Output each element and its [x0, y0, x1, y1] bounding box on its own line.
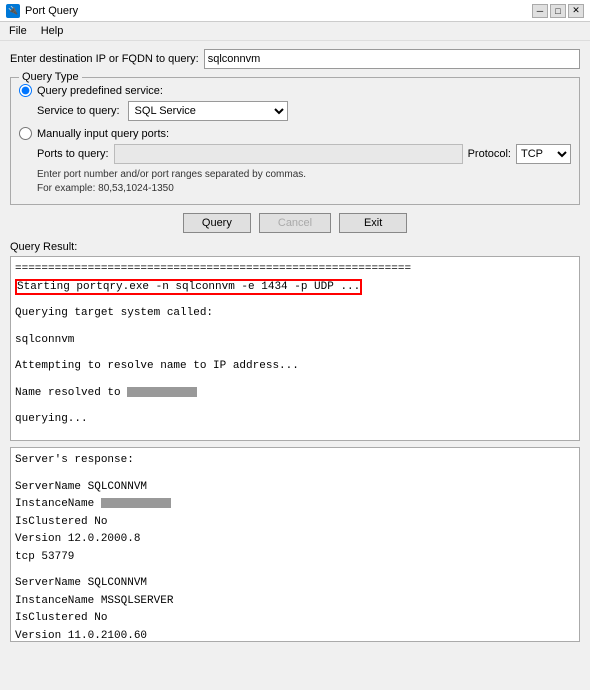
predefined-radio[interactable] — [19, 84, 32, 97]
result-line-start: Starting portqry.exe -n sqlconnvm -e 143… — [15, 279, 575, 296]
predefined-radio-label: Query predefined service: — [37, 85, 163, 97]
menubar: File Help — [0, 22, 590, 41]
exit-button[interactable]: Exit — [339, 213, 407, 233]
predefined-radio-row: Query predefined service: — [19, 84, 571, 97]
titlebar-controls: ─ □ ✕ — [532, 4, 584, 18]
service-label: Service to query: — [37, 105, 120, 117]
tcp-1: tcp 53779 — [15, 549, 575, 566]
server-response-label: Server's response: — [15, 452, 575, 469]
service-select[interactable]: SQL Service DNS FTP HTTP HTTPS SMTP Cust… — [128, 101, 288, 121]
instance-name-1: InstanceName — [15, 496, 575, 513]
titlebar-left: 🔌 Port Query — [6, 4, 78, 18]
query-type-label: Query Type — [19, 71, 82, 83]
hint-line2: For example: 80,53,1024-1350 — [37, 182, 571, 196]
result-spacer — [15, 323, 575, 331]
titlebar-title: Port Query — [25, 5, 78, 17]
ports-row: Ports to query: Protocol: TCP UDP Both — [37, 144, 571, 164]
is-clustered-2: IsClustered No — [15, 610, 575, 627]
result-spacer — [15, 296, 575, 304]
result-resolving: Attempting to resolve name to IP address… — [15, 358, 575, 375]
result-box[interactable]: ========================================… — [10, 256, 580, 441]
menu-help[interactable]: Help — [38, 24, 67, 38]
result-spacer — [15, 470, 575, 478]
button-row: Query Cancel Exit — [10, 213, 580, 233]
version-1: Version 12.0.2000.8 — [15, 531, 575, 548]
server-name-1: ServerName SQLCONNVM — [15, 479, 575, 496]
redacted-instance — [101, 498, 171, 508]
redacted-ip — [127, 387, 197, 397]
is-clustered-1: IsClustered No — [15, 514, 575, 531]
result-querying2: querying... — [15, 411, 575, 428]
hint-line1: Enter port number and/or port ranges sep… — [37, 168, 571, 182]
titlebar: 🔌 Port Query ─ □ ✕ — [0, 0, 590, 22]
destination-row: Enter destination IP or FQDN to query: — [10, 49, 580, 69]
instance-name-2: InstanceName MSSQLSERVER — [15, 593, 575, 610]
result-hostname: sqlconnvm — [15, 332, 575, 349]
server-name-2: ServerName SQLCONNVM — [15, 575, 575, 592]
manual-radio[interactable] — [19, 127, 32, 140]
version-2: Version 11.0.2100.60 — [15, 628, 575, 643]
result-spacer — [15, 349, 575, 357]
menu-file[interactable]: File — [6, 24, 30, 38]
app-icon: 🔌 — [6, 4, 20, 18]
query-type-group: Query Type Query predefined service: Ser… — [10, 77, 580, 205]
service-row: Service to query: SQL Service DNS FTP HT… — [37, 101, 571, 121]
cancel-button[interactable]: Cancel — [259, 213, 331, 233]
server-response-box[interactable]: Server's response: ServerName SQLCONNVM … — [10, 447, 580, 642]
result-spacer — [15, 566, 575, 574]
result-line: ========================================… — [15, 261, 575, 278]
ports-input[interactable] — [114, 144, 463, 164]
maximize-button[interactable]: □ — [550, 4, 566, 18]
manual-radio-label: Manually input query ports: — [37, 128, 169, 140]
query-button[interactable]: Query — [183, 213, 251, 233]
ports-label: Ports to query: — [37, 148, 109, 160]
result-spacer — [15, 402, 575, 410]
main-content: Enter destination IP or FQDN to query: Q… — [0, 41, 590, 650]
hint-text: Enter port number and/or port ranges sep… — [37, 168, 571, 196]
close-button[interactable]: ✕ — [568, 4, 584, 18]
minimize-button[interactable]: ─ — [532, 4, 548, 18]
highlight-start: Starting portqry.exe -n sqlconnvm -e 143… — [15, 279, 362, 295]
dest-input[interactable] — [204, 49, 580, 69]
protocol-select[interactable]: TCP UDP Both — [516, 144, 571, 164]
result-spacer — [15, 376, 575, 384]
dest-label: Enter destination IP or FQDN to query: — [10, 53, 199, 65]
result-udp-status: UDP port 1434 (ms-sql-m service): LISTEN… — [15, 438, 575, 442]
result-querying: Querying target system called: — [15, 305, 575, 322]
result-resolved: Name resolved to — [15, 385, 575, 402]
manual-radio-row: Manually input query ports: — [19, 127, 571, 140]
result-label: Query Result: — [10, 241, 580, 253]
protocol-label: Protocol: — [468, 148, 511, 160]
result-spacer — [15, 429, 575, 437]
